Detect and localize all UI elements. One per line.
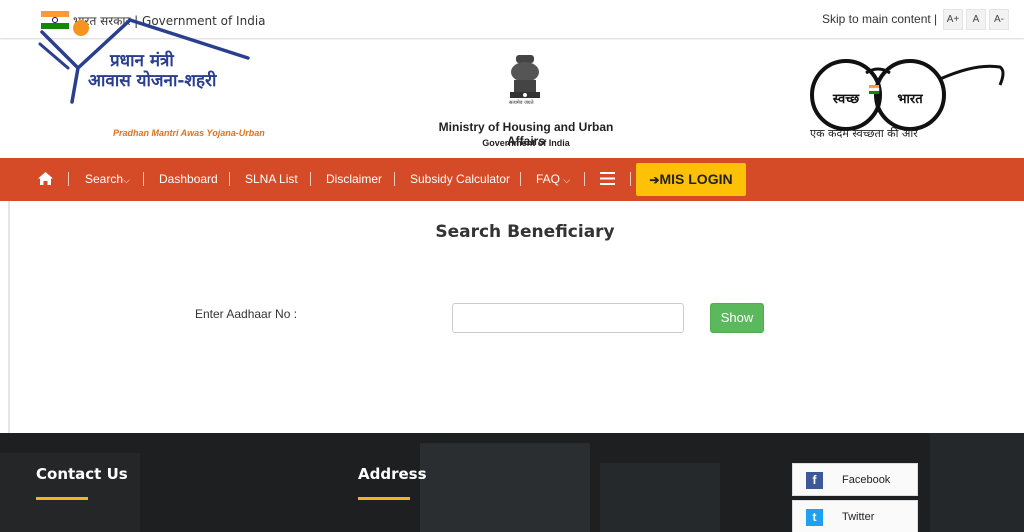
page-title: Search Beneficiary xyxy=(435,222,615,242)
nav-subsidy-calculator[interactable]: Subsidy Calculator xyxy=(410,172,510,186)
facebook-icon: f xyxy=(806,472,823,489)
show-button[interactable]: Show xyxy=(710,303,764,333)
nav-separator xyxy=(229,172,230,186)
twitter-label: Twitter xyxy=(842,511,875,523)
aadhaar-input[interactable] xyxy=(452,303,684,333)
heading-underline xyxy=(358,497,410,500)
aadhaar-label: Enter Aadhaar No : xyxy=(195,307,298,321)
nav-search[interactable]: Search⌵ xyxy=(85,172,130,186)
nav-faq[interactable]: FAQ ⌵ xyxy=(536,172,570,186)
facebook-link[interactable]: f Facebook xyxy=(792,463,918,496)
skip-to-main-link[interactable]: Skip to main content | xyxy=(822,12,937,26)
mis-login-label: MIS LOGIN xyxy=(659,171,733,187)
nav-separator xyxy=(394,172,395,186)
font-decrease-button[interactable]: A- xyxy=(989,9,1009,30)
font-increase-button[interactable]: A+ xyxy=(943,9,963,30)
sign-in-icon: ➔ xyxy=(649,173,660,187)
pmay-english-title: Pradhan Mantri Awas Yojana-Urban xyxy=(113,128,265,138)
twitter-icon: t xyxy=(806,509,823,526)
home-icon[interactable] xyxy=(38,172,53,185)
swachh-left-text: स्वच्छ xyxy=(832,92,860,107)
nav-separator xyxy=(520,172,521,186)
nav-separator xyxy=(310,172,311,186)
font-normal-button[interactable]: A xyxy=(966,9,986,30)
emblem-caption: सत्यमेव जयते xyxy=(509,100,534,106)
hamburger-icon[interactable] xyxy=(600,172,615,185)
facebook-label: Facebook xyxy=(842,474,891,486)
nav-slna-list[interactable]: SLNA List xyxy=(245,172,298,186)
twitter-link[interactable]: t Twitter xyxy=(792,500,918,532)
site-footer: Contact Us Address f Facebook t Twitter xyxy=(0,433,1024,532)
mis-login-button[interactable]: ➔MIS LOGIN xyxy=(636,163,746,196)
swachh-right-text: भारत xyxy=(897,92,923,107)
government-name: Government of India xyxy=(482,138,570,148)
nav-separator xyxy=(630,172,631,186)
swachh-tagline: एक कदम स्वच्छता की ओर xyxy=(810,127,918,140)
chevron-down-icon: ⌵ xyxy=(563,175,571,185)
heading-underline xyxy=(36,497,88,500)
footer-background xyxy=(420,443,590,532)
footer-background xyxy=(930,433,1024,532)
nav-disclaimer[interactable]: Disclaimer xyxy=(326,172,382,186)
nav-search-label: Search xyxy=(85,172,124,186)
main-navbar: Search⌵ Dashboard SLNA List Disclaimer S… xyxy=(0,158,1024,201)
pmay-hindi-subtitle: आवास योजना-शहरी xyxy=(88,71,217,91)
nav-separator xyxy=(143,172,144,186)
nav-separator xyxy=(68,172,69,186)
nav-faq-label: FAQ xyxy=(536,172,561,186)
chevron-down-icon: ⌵ xyxy=(123,175,130,185)
address-heading: Address xyxy=(358,465,427,483)
nav-dashboard[interactable]: Dashboard xyxy=(159,172,218,186)
contact-us-heading: Contact Us xyxy=(36,465,128,483)
nav-separator xyxy=(584,172,585,186)
footer-background xyxy=(600,463,720,532)
